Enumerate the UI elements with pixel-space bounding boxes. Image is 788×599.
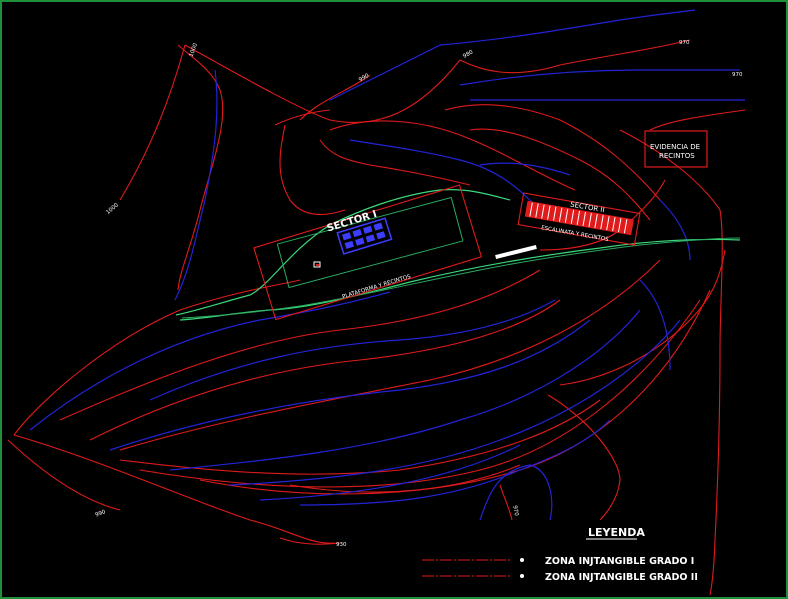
legend-label-grado-1: ZONA INJTANGIBLE GRADO I [545, 556, 694, 567]
blue-contours [29, 9, 745, 521]
evidence-line2: RECINTOS [659, 152, 695, 160]
evidence-line1: EVIDENCIA DE [650, 143, 700, 151]
site-plan-map: SECTOR I PLATAFORMA Y RECINTOS SECTOR II… [0, 0, 788, 599]
contour-label: 970 [511, 505, 519, 517]
evidence-box: EVIDENCIA DE RECINTOS [644, 130, 708, 168]
contour-label: 930 [336, 542, 347, 548]
contour-label: 1000 [105, 202, 120, 216]
legend-title: LEYENDA [588, 526, 645, 539]
sector-1-zone [253, 184, 483, 321]
contour-label: 980 [462, 49, 475, 60]
contour-labels: 1000 990 980 970 970 1000 990 930 970 [95, 40, 743, 548]
legend-label-grado-2: ZONA INJTANGIBLE GRADO II [545, 572, 698, 583]
white-marker-bar [495, 244, 537, 260]
legend: LEYENDA ZONA INJTANGIBLE GRADO I ZONA IN… [422, 526, 698, 583]
contour-label: 990 [95, 509, 107, 518]
sector-1: SECTOR I PLATAFORMA Y RECINTOS [253, 184, 483, 321]
contour-label: 970 [679, 40, 690, 46]
drawing-frame [0, 0, 788, 599]
sector-1-sublabel: PLATAFORMA Y RECINTOS [342, 274, 412, 301]
contour-label: 1000 [189, 42, 200, 58]
sector-2: SECTOR II ESCALINATA Y RECINTOS [517, 192, 641, 246]
contour-label: 970 [732, 72, 743, 78]
contour-label: 990 [358, 73, 371, 84]
